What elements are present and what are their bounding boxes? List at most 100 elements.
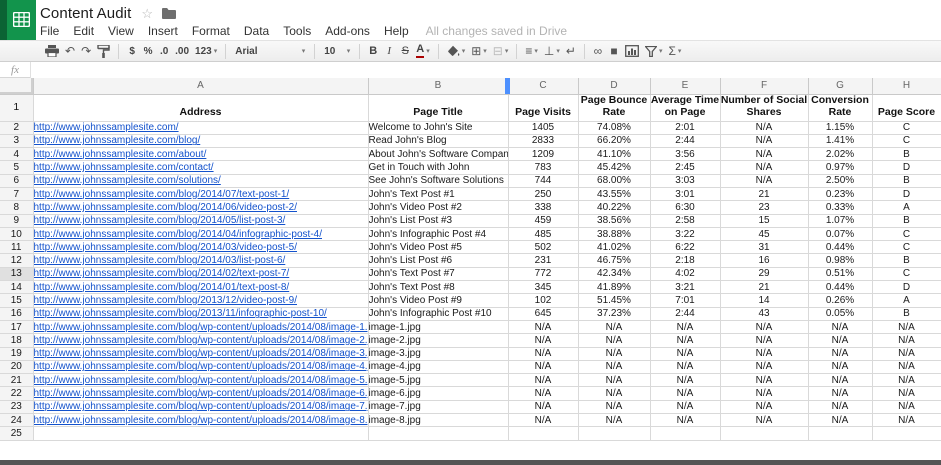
avg-time-cell[interactable]: N/A xyxy=(650,400,720,413)
bounce-rate-cell[interactable]: 45.42% xyxy=(578,161,650,174)
bounce-rate-cell[interactable]: 40.22% xyxy=(578,201,650,214)
header-cell[interactable]: Average Time on Page xyxy=(650,94,720,121)
menu-view[interactable]: View xyxy=(101,24,141,38)
page-score-cell[interactable]: N/A xyxy=(872,347,941,360)
row-header-13[interactable]: 13 xyxy=(0,267,33,280)
page-score-cell[interactable]: N/A xyxy=(872,400,941,413)
row-header-12[interactable]: 12 xyxy=(0,254,33,267)
row-header-18[interactable]: 18 xyxy=(0,334,33,347)
page-visits-cell[interactable]: 485 xyxy=(508,227,578,240)
formula-input[interactable] xyxy=(31,62,941,78)
page-score-cell[interactable]: D xyxy=(872,187,941,200)
header-cell[interactable]: Page Score xyxy=(872,94,941,121)
insert-chart-button[interactable] xyxy=(622,42,642,60)
vertical-align-button[interactable]: ⊥▾ xyxy=(541,42,563,60)
page-score-cell[interactable]: C xyxy=(872,227,941,240)
header-cell[interactable]: Page Title xyxy=(368,94,508,121)
empty-cell[interactable] xyxy=(872,427,941,440)
increase-decimals-button[interactable]: .00 xyxy=(172,42,192,60)
address-cell[interactable]: http://www.johnssamplesite.com/blog/wp-c… xyxy=(33,320,368,333)
address-cell[interactable]: http://www.johnssamplesite.com/blog/2014… xyxy=(33,201,368,214)
page-visits-cell[interactable]: 783 xyxy=(508,161,578,174)
address-link[interactable]: http://www.johnssamplesite.com/blog/2014… xyxy=(34,242,297,253)
row-header-23[interactable]: 23 xyxy=(0,400,33,413)
conversion-rate-cell[interactable]: 0.51% xyxy=(808,267,872,280)
page-score-cell[interactable]: N/A xyxy=(872,360,941,373)
conversion-rate-cell[interactable]: N/A xyxy=(808,360,872,373)
conversion-rate-cell[interactable]: 1.15% xyxy=(808,121,872,134)
page-score-cell[interactable]: C xyxy=(872,267,941,280)
social-shares-cell[interactable]: 31 xyxy=(720,241,808,254)
bounce-rate-cell[interactable]: N/A xyxy=(578,387,650,400)
horizontal-align-button[interactable]: ≡▾ xyxy=(522,42,541,60)
address-link[interactable]: http://www.johnssamplesite.com/blog/wp-c… xyxy=(34,322,369,333)
address-link[interactable]: http://www.johnssamplesite.com/about/ xyxy=(34,149,207,160)
social-shares-cell[interactable]: 45 xyxy=(720,227,808,240)
address-cell[interactable]: http://www.johnssamplesite.com/blog/wp-c… xyxy=(33,387,368,400)
page-score-cell[interactable]: N/A xyxy=(872,320,941,333)
address-cell[interactable]: http://www.johnssamplesite.com/blog/2014… xyxy=(33,241,368,254)
header-cell[interactable]: Page Visits xyxy=(508,94,578,121)
column-header-F[interactable]: F xyxy=(720,78,808,94)
conversion-rate-cell[interactable]: 1.07% xyxy=(808,214,872,227)
menu-format[interactable]: Format xyxy=(185,24,237,38)
row-header-24[interactable]: 24 xyxy=(0,414,33,427)
social-shares-cell[interactable]: 23 xyxy=(720,201,808,214)
select-all-corner[interactable] xyxy=(0,78,33,94)
page-title-cell[interactable]: John's List Post #6 xyxy=(368,254,508,267)
column-header-H[interactable]: H xyxy=(872,78,941,94)
empty-cell[interactable] xyxy=(368,427,508,440)
social-shares-cell[interactable]: N/A xyxy=(720,134,808,147)
row-header-20[interactable]: 20 xyxy=(0,360,33,373)
avg-time-cell[interactable]: 6:22 xyxy=(650,241,720,254)
address-cell[interactable]: http://www.johnssamplesite.com/solutions… xyxy=(33,174,368,187)
menu-tools[interactable]: Tools xyxy=(276,24,318,38)
page-title-cell[interactable]: John's Text Post #8 xyxy=(368,281,508,294)
page-visits-cell[interactable]: 1209 xyxy=(508,148,578,161)
page-visits-cell[interactable]: N/A xyxy=(508,414,578,427)
page-visits-cell[interactable]: 645 xyxy=(508,307,578,320)
header-cell[interactable]: Number of Social Shares xyxy=(720,94,808,121)
page-title-cell[interactable]: image-1.jpg xyxy=(368,320,508,333)
address-link[interactable]: http://www.johnssamplesite.com/blog/2014… xyxy=(34,282,290,293)
empty-cell[interactable] xyxy=(578,427,650,440)
avg-time-cell[interactable]: N/A xyxy=(650,360,720,373)
page-title-cell[interactable]: Get in Touch with John xyxy=(368,161,508,174)
text-color-button[interactable]: A▾ xyxy=(413,42,432,60)
social-shares-cell[interactable]: N/A xyxy=(720,121,808,134)
social-shares-cell[interactable]: N/A xyxy=(720,347,808,360)
page-score-cell[interactable]: N/A xyxy=(872,374,941,387)
page-score-cell[interactable]: B xyxy=(872,174,941,187)
conversion-rate-cell[interactable]: 0.44% xyxy=(808,281,872,294)
menu-insert[interactable]: Insert xyxy=(141,24,185,38)
page-title-cell[interactable]: image-8.jpg xyxy=(368,414,508,427)
text-wrap-button[interactable]: ↵ xyxy=(563,42,579,60)
page-score-cell[interactable]: N/A xyxy=(872,334,941,347)
row-header-21[interactable]: 21 xyxy=(0,374,33,387)
address-cell[interactable]: http://www.johnssamplesite.com/blog/wp-c… xyxy=(33,360,368,373)
page-score-cell[interactable]: D xyxy=(872,281,941,294)
avg-time-cell[interactable]: 2:44 xyxy=(650,307,720,320)
page-title-cell[interactable]: image-7.jpg xyxy=(368,400,508,413)
conversion-rate-cell[interactable]: 0.98% xyxy=(808,254,872,267)
page-score-cell[interactable]: B xyxy=(872,307,941,320)
social-shares-cell[interactable]: 14 xyxy=(720,294,808,307)
column-header-G[interactable]: G xyxy=(808,78,872,94)
social-shares-cell[interactable]: 21 xyxy=(720,281,808,294)
insert-comment-button[interactable]: ■ xyxy=(606,42,622,60)
bounce-rate-cell[interactable]: 41.10% xyxy=(578,148,650,161)
bounce-rate-cell[interactable]: 51.45% xyxy=(578,294,650,307)
page-score-cell[interactable]: N/A xyxy=(872,387,941,400)
bounce-rate-cell[interactable]: 37.23% xyxy=(578,307,650,320)
address-link[interactable]: http://www.johnssamplesite.com/ xyxy=(34,122,179,133)
address-link[interactable]: http://www.johnssamplesite.com/blog/2014… xyxy=(34,189,290,200)
redo-button[interactable]: ↷ xyxy=(78,42,94,60)
filter-button[interactable]: ▾ xyxy=(642,42,666,60)
bounce-rate-cell[interactable]: N/A xyxy=(578,400,650,413)
address-cell[interactable]: http://www.johnssamplesite.com/blog/2014… xyxy=(33,267,368,280)
address-cell[interactable]: http://www.johnssamplesite.com/blog/2014… xyxy=(33,227,368,240)
paint-format-button[interactable] xyxy=(94,42,113,60)
row-header-22[interactable]: 22 xyxy=(0,387,33,400)
avg-time-cell[interactable]: N/A xyxy=(650,374,720,387)
page-score-cell[interactable]: B xyxy=(872,254,941,267)
